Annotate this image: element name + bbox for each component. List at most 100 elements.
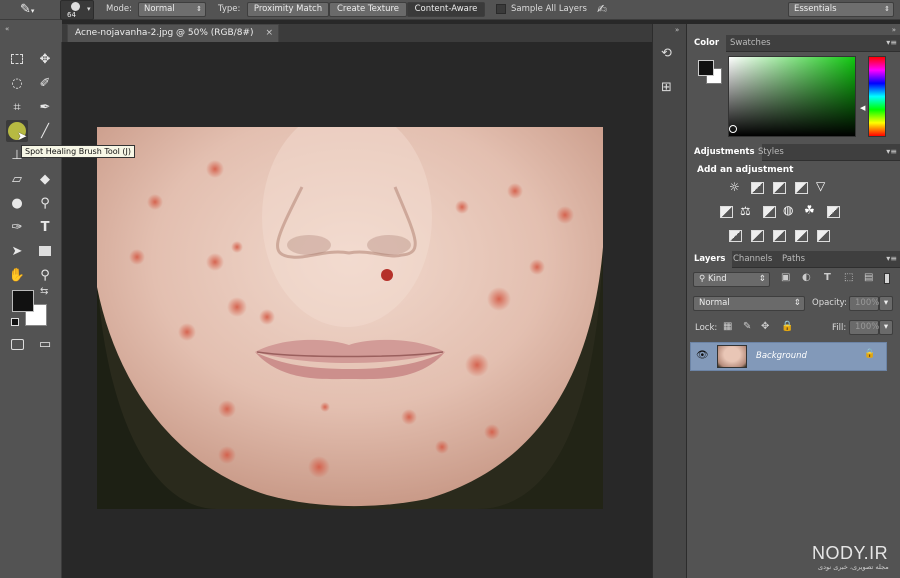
quick-selection-tool-icon[interactable]: ✐ — [34, 72, 56, 94]
brightness-contrast-icon[interactable]: ☼ — [729, 180, 740, 194]
filter-smart-object-icon[interactable]: ▤ — [864, 272, 873, 283]
fill-dropdown[interactable]: ▾ — [879, 320, 893, 335]
adjustments-heading: Add an adjustment — [697, 165, 794, 175]
vibrance-icon[interactable]: ▽ — [816, 179, 825, 193]
pressure-size-icon[interactable]: ✍ — [597, 2, 615, 18]
eye-icon[interactable]: 👁 — [696, 350, 709, 361]
tab-swatches[interactable]: Swatches — [723, 35, 778, 52]
dock-collapse-icon[interactable]: » — [675, 26, 679, 34]
collapse-toolbar-icon[interactable]: « — [5, 25, 9, 33]
opacity-input[interactable]: 100% — [849, 296, 879, 311]
color-field[interactable] — [728, 56, 856, 137]
watermark-tagline: مجله تصویری، خبری نودی — [818, 563, 889, 571]
fill-label: Fill: — [832, 323, 847, 333]
canvas-area[interactable] — [62, 42, 652, 578]
lock-all-icon[interactable]: 🔒 — [781, 321, 793, 332]
invert-icon[interactable] — [729, 230, 742, 242]
hue-saturation-icon[interactable] — [720, 206, 733, 218]
filter-pixel-icon[interactable]: ▣ — [781, 272, 790, 283]
workspace-select[interactable]: Essentials ⇕ — [788, 2, 894, 17]
curves-icon[interactable] — [773, 182, 786, 194]
color-lookup-icon[interactable] — [827, 206, 840, 218]
zoom-tool-icon[interactable]: ⚲ — [34, 264, 56, 286]
type-tool-icon[interactable]: T — [34, 216, 56, 238]
hue-slider[interactable] — [868, 56, 886, 137]
sample-all-layers-label: Sample All Layers — [511, 4, 587, 14]
marquee-tool-icon[interactable] — [6, 48, 28, 70]
history-panel-icon[interactable]: ⟲ — [661, 46, 679, 64]
crop-tool-icon[interactable]: ⌗ — [6, 96, 28, 118]
panels-collapse-icon[interactable]: » — [892, 26, 896, 34]
filter-type-icon[interactable]: T — [824, 272, 831, 283]
rectangle-tool-icon[interactable] — [34, 240, 56, 262]
blend-mode-select[interactable]: Normal ⇕ — [693, 296, 805, 311]
kind-label: Kind — [707, 274, 727, 284]
filter-shape-icon[interactable]: ⬚ — [844, 272, 853, 283]
pen-tool-icon[interactable]: ✑ — [6, 216, 28, 238]
default-colors-icon[interactable] — [11, 318, 19, 326]
layer-name[interactable]: Background — [756, 351, 807, 361]
toolbar: ✥ ◌ ✐ ⌗ ✒ ╱ ⊥ ↺ ▱ ◆ ● ⚲ ✑ T ➤ ✋ ⚲ ⇆ ▭ — [0, 42, 62, 578]
swap-colors-icon[interactable]: ⇆ — [40, 286, 48, 297]
close-tab-icon[interactable]: × — [265, 25, 273, 42]
hand-tool-icon[interactable]: ✋ — [6, 264, 28, 286]
eraser-tool-icon[interactable]: ▱ — [6, 168, 28, 190]
foreground-color-swatch[interactable] — [12, 290, 34, 312]
type-create-texture-button[interactable]: Create Texture — [329, 2, 407, 17]
type-content-aware-button[interactable]: Content-Aware — [407, 2, 485, 17]
panel-menu-icon[interactable]: ▾≡ — [886, 38, 897, 47]
color-balance-icon[interactable]: ⚖ — [740, 204, 751, 218]
threshold-icon[interactable] — [773, 230, 786, 242]
exposure-icon[interactable] — [795, 182, 808, 194]
brush-tip-icon — [71, 2, 80, 11]
gradient-map-icon[interactable] — [817, 230, 830, 242]
black-white-icon[interactable] — [763, 206, 776, 218]
tab-styles[interactable]: Styles — [751, 144, 791, 161]
photo-canvas[interactable] — [97, 127, 603, 509]
panel-menu-icon[interactable]: ▾≡ — [886, 254, 897, 263]
layer-filter-kind-select[interactable]: ⚲ Kind ⇕ — [693, 272, 770, 287]
dodge-tool-icon[interactable]: ⚲ — [34, 192, 56, 214]
selective-color-icon[interactable] — [795, 230, 808, 242]
eyedropper-tool-icon[interactable]: ✒ — [34, 96, 56, 118]
screen-mode-icon[interactable]: ▭ — [34, 333, 56, 355]
type-proximity-match-button[interactable]: Proximity Match — [247, 2, 329, 17]
panel-menu-icon[interactable]: ▾≡ — [886, 147, 897, 156]
layer-row-background[interactable]: 👁 Background 🔒 — [690, 342, 887, 371]
toolbar-top-strip: « — [0, 20, 62, 42]
photo-filter-icon[interactable]: ◍ — [783, 203, 793, 217]
brush-size-picker[interactable]: 64 ▾ — [60, 0, 94, 20]
lasso-tool-icon[interactable]: ◌ — [6, 72, 28, 94]
color-slider-arrow-icon[interactable]: ◀ — [860, 104, 865, 112]
brush-tool-preset-icon[interactable]: ✎▾ — [20, 2, 50, 18]
options-bar: ✎▾ 64 ▾ Mode: Normal ⇕ Type: Proximity M… — [0, 0, 900, 20]
blur-tool-icon[interactable]: ● — [6, 192, 28, 214]
sample-all-layers-checkbox[interactable] — [496, 4, 506, 14]
color-panel-tabs: Color Swatches ▾≡ — [687, 35, 900, 52]
fill-input[interactable]: 100% — [849, 320, 879, 335]
move-tool-icon[interactable]: ✥ — [34, 48, 56, 70]
lock-position-icon[interactable]: ✥ — [761, 321, 769, 332]
tab-color[interactable]: Color — [687, 35, 727, 52]
color-picker-ring[interactable] — [729, 125, 737, 133]
color-fg-swatch[interactable] — [698, 60, 714, 76]
tab-paths[interactable]: Paths — [775, 251, 812, 268]
levels-icon[interactable] — [751, 182, 764, 194]
mode-select[interactable]: Normal ⇕ — [138, 2, 206, 17]
watermark-brand: NODY.IR — [812, 543, 889, 563]
filter-adjustment-icon[interactable]: ◐ — [802, 272, 811, 283]
properties-panel-icon[interactable]: ⊞ — [661, 80, 679, 98]
channel-mixer-icon[interactable]: ☘ — [804, 203, 815, 217]
tab-channels[interactable]: Channels — [726, 251, 779, 268]
document-tab[interactable]: Acne-nojavanha-2.jpg @ 50% (RGB/8#) × — [67, 24, 279, 42]
quick-mask-icon[interactable] — [6, 333, 28, 355]
mode-value: Normal — [144, 4, 175, 14]
lock-image-icon[interactable]: ✎ — [743, 321, 751, 332]
filter-toggle-switch[interactable] — [884, 273, 890, 284]
posterize-icon[interactable] — [751, 230, 764, 242]
lock-transparent-icon[interactable]: ▦ — [723, 321, 732, 332]
path-selection-tool-icon[interactable]: ➤ — [6, 240, 28, 262]
paint-bucket-tool-icon[interactable]: ◆ — [34, 168, 56, 190]
opacity-dropdown[interactable]: ▾ — [879, 296, 893, 311]
brush-tool-icon[interactable]: ╱ — [34, 120, 56, 142]
